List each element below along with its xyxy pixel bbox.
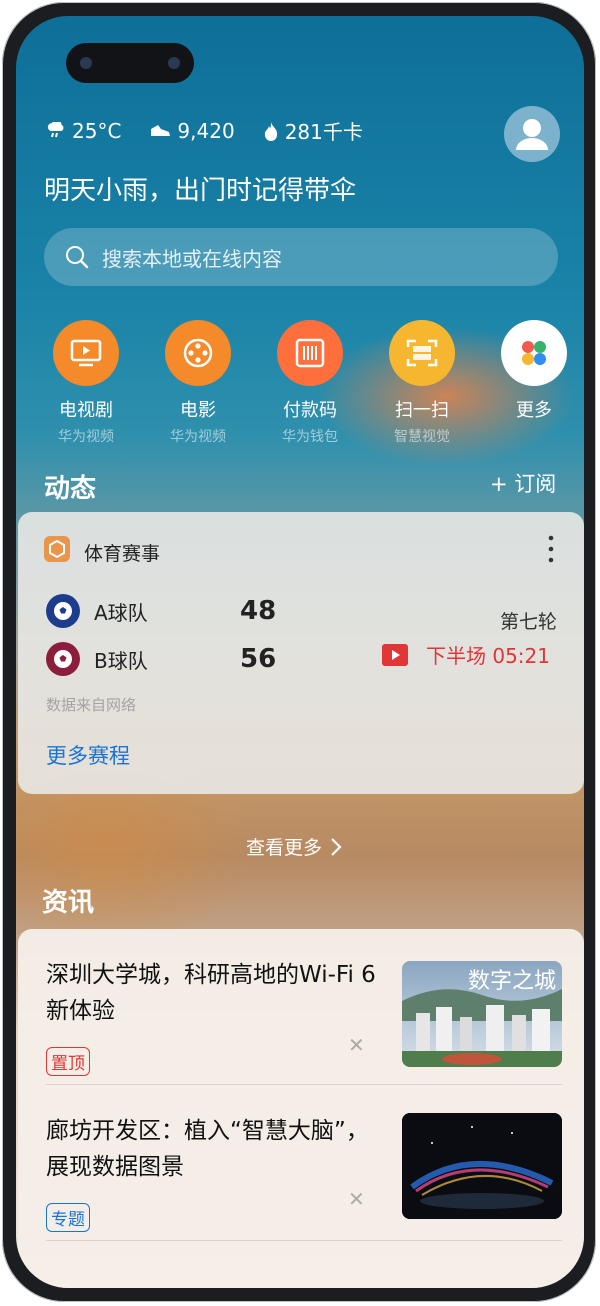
app-label: 更多 xyxy=(516,400,552,421)
app-movie[interactable]: 电影 华为视频 xyxy=(142,320,254,446)
search-icon xyxy=(66,246,89,269)
calories-count: 281千卡 xyxy=(284,120,363,144)
news-headline: 深圳大学城，科研高地的Wi-Fi 6新体验 xyxy=(46,962,376,1024)
live-status[interactable]: 下半场 05:21 xyxy=(382,640,550,669)
close-icon[interactable]: ✕ xyxy=(348,1033,365,1057)
pinned-badge: 置顶 xyxy=(46,1047,90,1076)
news-thumbnail xyxy=(402,1113,562,1219)
app-sublabel: 华为钱包 xyxy=(282,429,338,445)
match-time: 下半场 05:21 xyxy=(426,644,550,668)
chevron-right-icon xyxy=(331,837,342,856)
sports-card[interactable]: 体育赛事 A球队 48 B球队 56 第七轮 下半场 05:21 数据来自网络 … xyxy=(18,512,584,794)
app-more[interactable]: 更多 xyxy=(478,320,584,422)
film-reel-icon xyxy=(165,320,231,386)
steps-count: 9,420 xyxy=(177,118,235,143)
team-name: B球队 xyxy=(94,648,148,673)
sports-app-icon xyxy=(44,536,70,562)
news-item[interactable]: 廊坊开发区：植入“智慧大脑”，展现数据图景 专题 ✕ xyxy=(18,1085,584,1241)
sports-card-title: 体育赛事 xyxy=(84,543,161,565)
app-label: 扫一扫 xyxy=(395,400,449,421)
app-label: 付款码 xyxy=(283,400,337,421)
news-item[interactable]: 深圳大学城，科研高地的Wi-Fi 6新体验 置顶 ✕ 数字之城 xyxy=(18,929,584,1085)
app-label: 电视剧 xyxy=(59,400,113,421)
close-icon[interactable]: ✕ xyxy=(348,1187,365,1211)
front-camera xyxy=(66,43,194,83)
team-row: A球队 xyxy=(46,594,148,628)
weather-status[interactable]: 25°C xyxy=(46,116,121,145)
team-score: 48 xyxy=(240,596,277,626)
divider xyxy=(46,1240,562,1241)
view-more-label: 查看更多 xyxy=(246,837,323,859)
data-source: 数据来自网络 xyxy=(46,696,137,714)
avatar[interactable] xyxy=(504,106,560,162)
subscribe-button[interactable]: + 订阅 xyxy=(490,468,556,498)
barcode-icon xyxy=(277,320,343,386)
more-apps-icon xyxy=(501,320,567,386)
soccer-ball-icon xyxy=(46,642,80,676)
news-title: 资讯 xyxy=(42,888,95,918)
flame-icon xyxy=(264,121,277,141)
news-headline: 廊坊开发区：植入“智慧大脑”，展现数据图景 xyxy=(46,1118,369,1180)
app-sublabel: 华为视频 xyxy=(58,429,114,445)
feed-title: 动态 xyxy=(44,474,97,504)
team-name: A球队 xyxy=(94,600,148,625)
app-scan[interactable]: 扫一扫 智慧视觉 xyxy=(366,320,478,446)
quick-apps: 电视剧 华为视频 电影 华为视频 付款码 华为钱包 扫一扫 智慧视觉 更多 xyxy=(30,320,570,450)
calories-status[interactable]: 281千卡 xyxy=(263,116,363,145)
steps-status[interactable]: 9,420 xyxy=(149,116,235,145)
app-payment-code[interactable]: 付款码 华为钱包 xyxy=(254,320,366,446)
team-row: B球队 xyxy=(46,642,148,676)
app-tv-series[interactable]: 电视剧 华为视频 xyxy=(30,320,142,446)
soccer-ball-icon xyxy=(46,594,80,628)
thumbnail-caption: 数字之城 xyxy=(467,969,556,994)
news-card: 深圳大学城，科研高地的Wi-Fi 6新体验 置顶 ✕ 数字之城 廊坊开发区：植入… xyxy=(18,929,584,1288)
cloud-rain-icon xyxy=(47,121,64,137)
app-sublabel: 华为视频 xyxy=(170,429,226,445)
more-fixtures-link[interactable]: 更多赛程 xyxy=(46,740,130,770)
match-round: 第七轮 xyxy=(500,611,558,633)
play-video-icon xyxy=(382,643,408,666)
status-row: 25°C 9,420 281千卡 xyxy=(46,116,363,145)
tv-icon xyxy=(53,320,119,386)
screen: 25°C 9,420 281千卡 明天小雨，出门时记得带伞 搜索本地或在线内容 … xyxy=(16,16,584,1288)
weather-temp: 25°C xyxy=(72,118,122,143)
topic-badge: 专题 xyxy=(46,1203,90,1232)
team-score: 56 xyxy=(240,644,277,674)
app-label: 电影 xyxy=(180,400,216,421)
search-placeholder: 搜索本地或在线内容 xyxy=(102,246,282,271)
view-more-button[interactable]: 查看更多 xyxy=(246,833,342,860)
app-sublabel: 智慧视觉 xyxy=(394,429,450,445)
scan-icon xyxy=(389,320,455,386)
user-icon xyxy=(516,119,548,150)
more-options-icon[interactable] xyxy=(546,534,556,564)
shoe-icon xyxy=(151,124,171,136)
phone-frame: 25°C 9,420 281千卡 明天小雨，出门时记得带伞 搜索本地或在线内容 … xyxy=(2,2,596,1302)
search-bar[interactable]: 搜索本地或在线内容 xyxy=(44,228,558,286)
news-thumbnail: 数字之城 xyxy=(402,961,562,1067)
weather-reminder: 明天小雨，出门时记得带伞 xyxy=(44,176,357,206)
